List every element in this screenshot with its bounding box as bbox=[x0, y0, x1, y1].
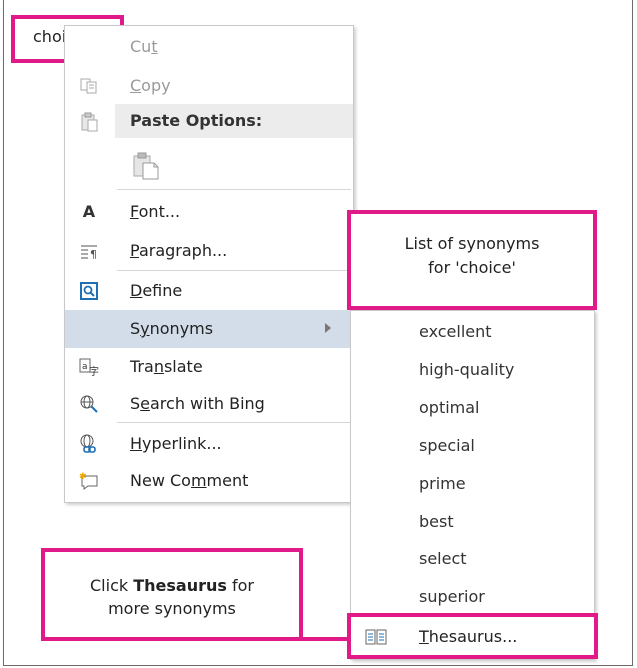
synonym-item[interactable]: excellent bbox=[419, 322, 492, 341]
menu-item-cut[interactable]: Cut bbox=[65, 29, 353, 65]
paste-options-label: Paste Options: bbox=[130, 111, 263, 130]
menu-item-define-label: Define bbox=[130, 281, 183, 300]
paragraph-icon: ¶ bbox=[79, 241, 99, 261]
paste-options-header: Paste Options: bbox=[65, 104, 353, 140]
menu-item-new-comment-label: New Comment bbox=[130, 471, 249, 490]
menu-item-search-with-bing[interactable]: Search with Bing bbox=[65, 386, 353, 422]
menu-item-copy-label: Copy bbox=[130, 76, 171, 95]
cut-icon bbox=[79, 37, 99, 57]
define-icon bbox=[79, 281, 99, 301]
callout-connector bbox=[303, 637, 351, 641]
synonym-item[interactable]: prime bbox=[419, 474, 466, 493]
synonym-item[interactable]: select bbox=[419, 549, 467, 568]
paste-options-section: Paste Options: bbox=[115, 104, 353, 138]
menu-item-new-comment[interactable]: ✱ New Comment bbox=[65, 463, 353, 499]
globe-search-icon bbox=[79, 394, 99, 414]
synonyms-callout-line1: List of synonyms bbox=[404, 234, 540, 253]
synonyms-callout: List of synonyms for 'choice' bbox=[347, 210, 597, 310]
thesaurus-callout: Click Thesaurus for more synonyms bbox=[41, 548, 303, 641]
synonyms-callout-line2: for 'choice' bbox=[428, 258, 516, 277]
menu-item-translate-label: Translate bbox=[130, 357, 203, 376]
menu-item-translate[interactable]: a字 Translate bbox=[65, 349, 353, 385]
synonym-item[interactable]: optimal bbox=[419, 398, 480, 417]
menu-item-search-with-bing-label: Search with Bing bbox=[130, 394, 265, 413]
new-comment-icon: ✱ bbox=[79, 471, 99, 491]
thesaurus-callout-line1: Click Thesaurus for bbox=[90, 576, 254, 595]
context-menu: Cut Copy Paste Options: A Font... ¶ Para… bbox=[64, 25, 354, 503]
synonym-item[interactable]: superior bbox=[419, 587, 485, 606]
paste-keep-formatting-icon bbox=[130, 150, 160, 180]
menu-item-hyperlink-label: Hyperlink... bbox=[130, 434, 222, 453]
menu-item-copy[interactable]: Copy bbox=[65, 68, 353, 104]
menu-item-font[interactable]: A Font... bbox=[65, 194, 353, 230]
synonyms-submenu: excellent high-quality optimal special p… bbox=[350, 310, 595, 660]
svg-text:字: 字 bbox=[89, 365, 99, 377]
menu-item-paragraph[interactable]: ¶ Paragraph... bbox=[65, 233, 353, 269]
thesaurus-item[interactable]: Thesaurus... bbox=[347, 613, 598, 659]
thesaurus-callout-bold: Thesaurus bbox=[133, 576, 227, 595]
menu-item-font-label: Font... bbox=[130, 202, 181, 221]
thesaurus-callout-line2: more synonyms bbox=[108, 599, 236, 618]
menu-item-cut-label: Cut bbox=[130, 37, 158, 56]
menu-item-hyperlink[interactable]: Hyperlink... bbox=[65, 426, 353, 462]
menu-item-define[interactable]: Define bbox=[65, 273, 353, 309]
synonym-item[interactable]: special bbox=[419, 436, 475, 455]
svg-text:¶: ¶ bbox=[90, 248, 97, 261]
thesaurus-label: Thesaurus... bbox=[419, 627, 518, 646]
translate-icon: a字 bbox=[79, 357, 99, 378]
svg-text:✱: ✱ bbox=[79, 472, 87, 482]
paste-icon bbox=[79, 112, 99, 132]
font-icon: A bbox=[82, 202, 96, 221]
submenu-arrow-icon bbox=[325, 323, 331, 333]
menu-item-synonyms-label: Synonyms bbox=[130, 319, 214, 338]
synonym-item[interactable]: high-quality bbox=[419, 360, 514, 379]
menu-item-paragraph-label: Paragraph... bbox=[130, 241, 228, 260]
thesaurus-book-icon bbox=[365, 629, 387, 645]
paste-keep-source-button[interactable] bbox=[65, 144, 353, 186]
menu-item-synonyms[interactable]: Synonyms bbox=[65, 310, 353, 348]
synonym-item[interactable]: best bbox=[419, 512, 454, 531]
svg-text:a: a bbox=[82, 362, 88, 372]
copy-icon bbox=[79, 76, 99, 96]
hyperlink-icon bbox=[79, 434, 99, 454]
